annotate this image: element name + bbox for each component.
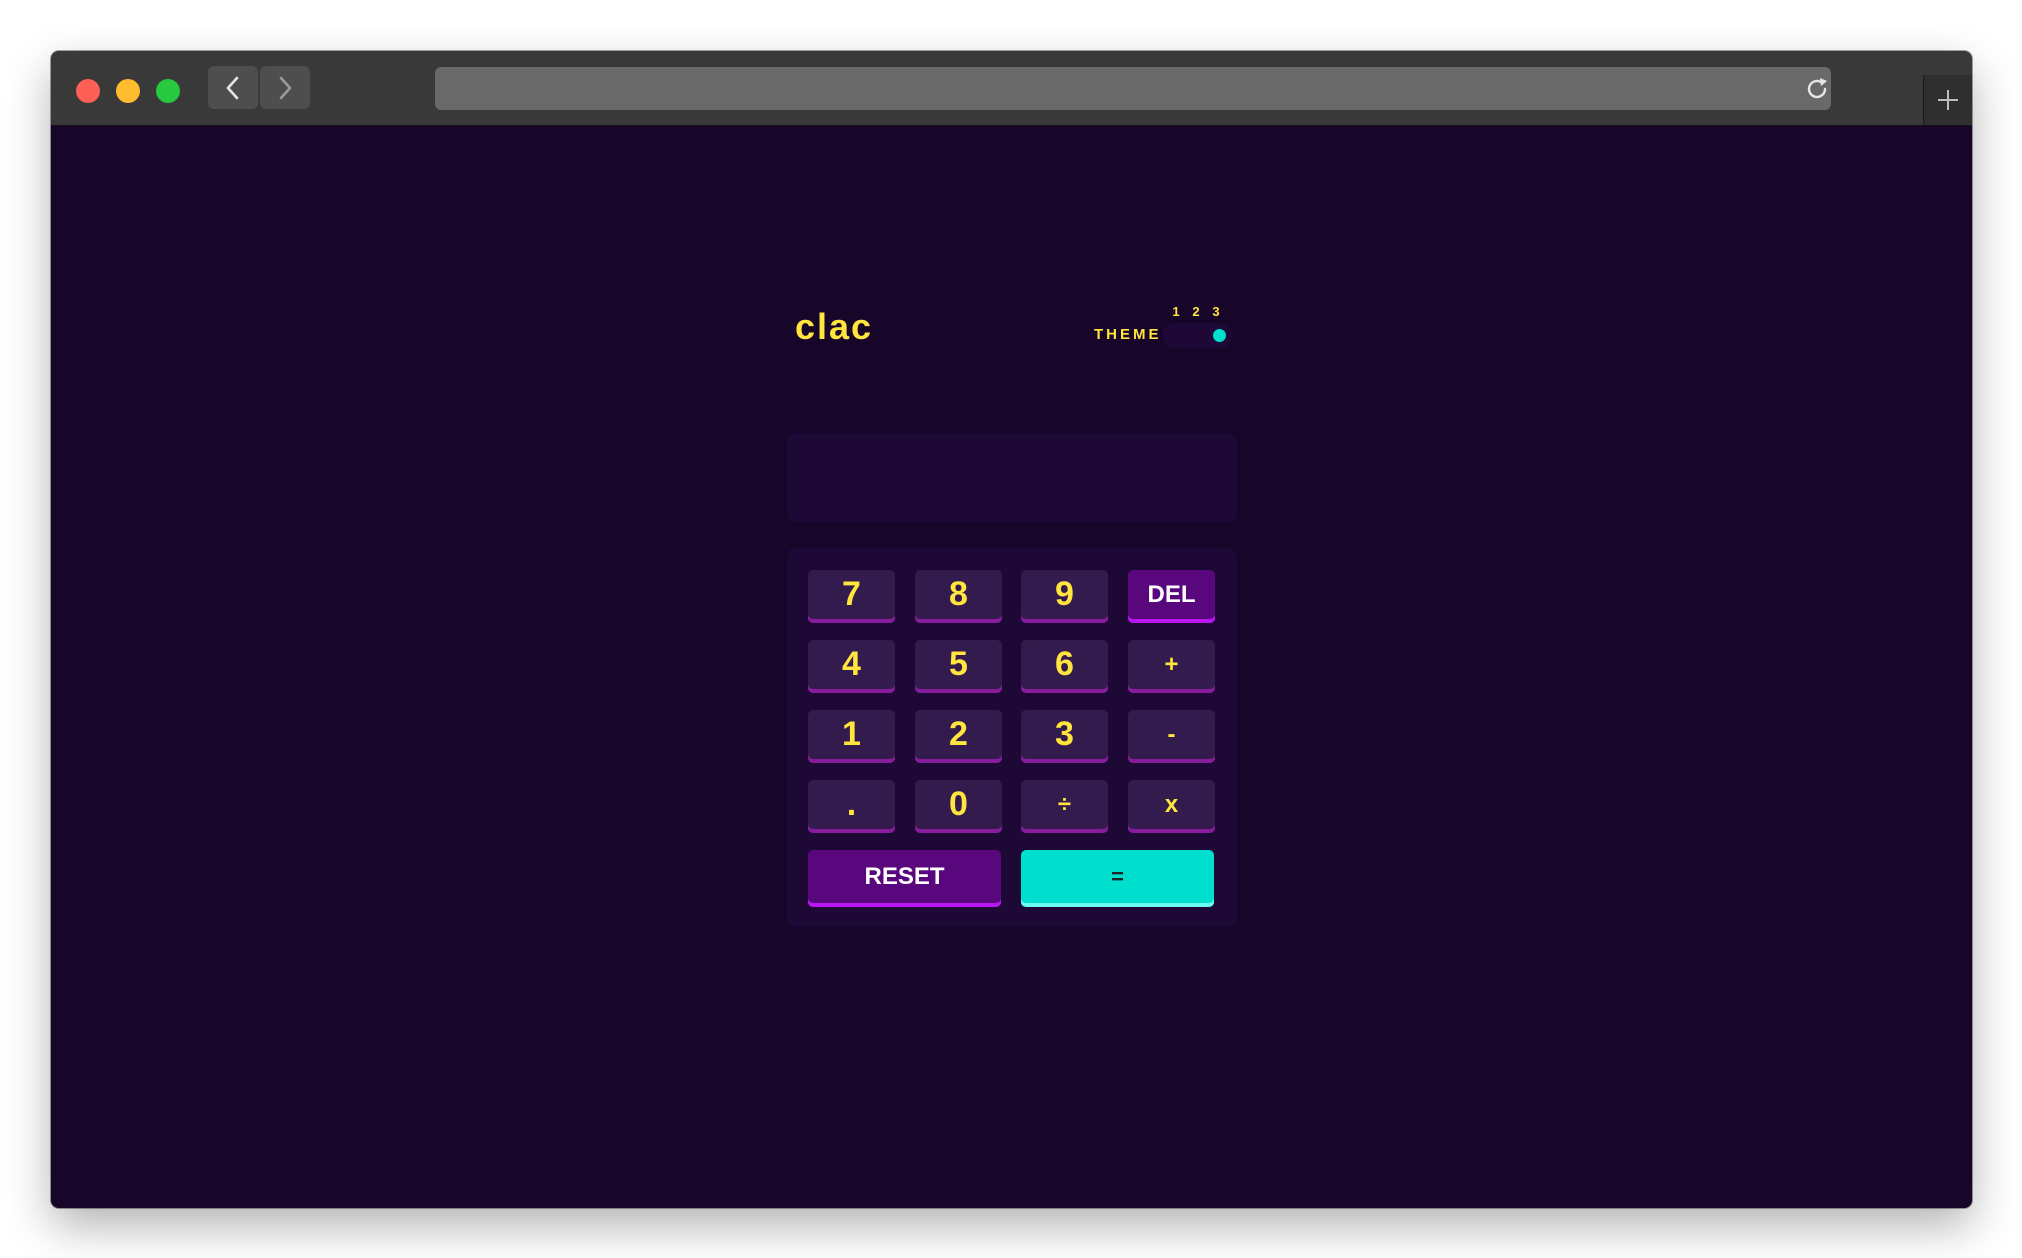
theme-toggle[interactable] [1162, 323, 1232, 348]
app-title: clac [795, 306, 874, 347]
key-1[interactable]: 1 [808, 710, 895, 763]
chevron-right-icon [279, 76, 292, 99]
delete-button[interactable]: DEL [1128, 570, 1215, 623]
keypad: 7 8 9 DEL 4 5 6 + 1 2 3 - . 0 ÷ x RESET … [787, 548, 1237, 927]
key-divide[interactable]: ÷ [1021, 780, 1108, 833]
key-5[interactable]: 5 [915, 640, 1002, 693]
browser-window: clac THEME 1 2 3 7 8 9 DEL 4 5 6 + 1 2 3… [51, 51, 1972, 1208]
key-plus[interactable]: + [1128, 640, 1215, 693]
zoom-window-button[interactable] [156, 79, 180, 103]
equals-button[interactable]: = [1021, 850, 1214, 907]
calculator-display [787, 433, 1237, 522]
browser-titlebar [51, 51, 1972, 126]
key-0[interactable]: 0 [915, 780, 1002, 833]
forward-button[interactable] [260, 66, 310, 109]
key-6[interactable]: 6 [1021, 640, 1108, 693]
reset-button[interactable]: RESET [808, 850, 1001, 907]
calculator-page: clac THEME 1 2 3 7 8 9 DEL 4 5 6 + 1 2 3… [51, 126, 1972, 1208]
minimize-window-button[interactable] [116, 79, 140, 103]
theme-toggle-knob[interactable] [1213, 329, 1226, 342]
key-7[interactable]: 7 [808, 570, 895, 623]
key-3[interactable]: 3 [1021, 710, 1108, 763]
key-multiply[interactable]: x [1128, 780, 1215, 833]
close-window-button[interactable] [76, 79, 100, 103]
key-8[interactable]: 8 [915, 570, 1002, 623]
new-tab-button[interactable] [1923, 75, 1972, 125]
plus-icon [1938, 90, 1958, 110]
chevron-left-icon [226, 76, 239, 99]
key-decimal[interactable]: . [808, 780, 895, 833]
address-bar[interactable] [435, 67, 1831, 110]
key-2[interactable]: 2 [915, 710, 1002, 763]
theme-option-2-label: 2 [1192, 304, 1200, 319]
theme-option-1-label: 1 [1172, 304, 1180, 319]
key-minus[interactable]: - [1128, 710, 1215, 763]
reload-icon[interactable] [1803, 75, 1831, 103]
theme-label: THEME [1094, 326, 1162, 343]
key-9[interactable]: 9 [1021, 570, 1108, 623]
key-4[interactable]: 4 [808, 640, 895, 693]
back-button[interactable] [208, 66, 258, 109]
theme-option-3-label: 3 [1212, 304, 1220, 319]
